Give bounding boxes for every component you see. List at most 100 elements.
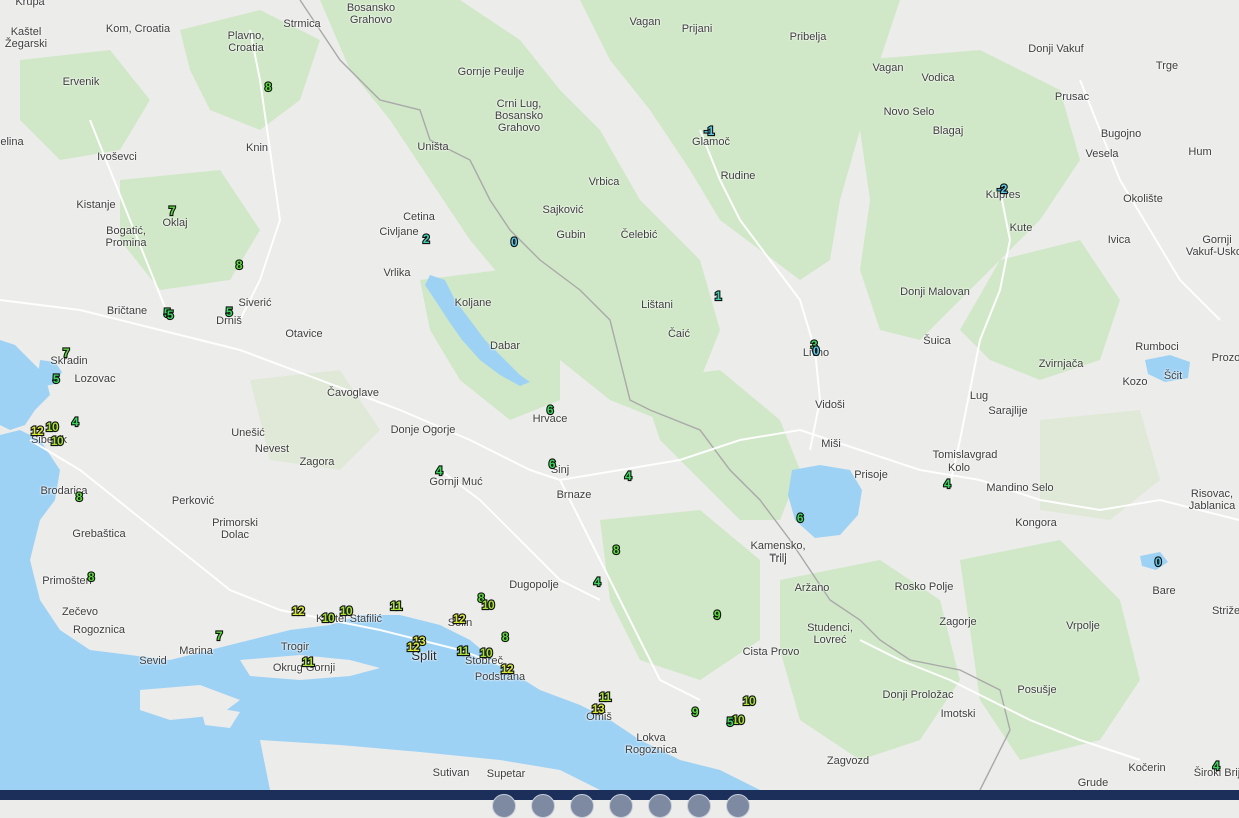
temperature-marker[interactable]: 12	[500, 662, 515, 676]
place-label: Vidoši	[815, 399, 845, 411]
settings-icon[interactable]	[687, 794, 711, 818]
place-label: Siverić	[238, 297, 272, 309]
zoom-out-icon[interactable]	[492, 794, 516, 818]
place-label: Bričtane	[106, 305, 148, 317]
place-label: Rosko Polje	[894, 581, 954, 593]
temperature-marker[interactable]: 11	[389, 599, 403, 613]
place-label: Dugopolje	[509, 579, 559, 591]
temperature-marker[interactable]: 5	[726, 715, 735, 729]
temperature-marker[interactable]: 2	[422, 232, 431, 246]
temperature-marker[interactable]: 12	[30, 424, 45, 438]
place-label: Civljane	[379, 226, 419, 238]
place-label: Prozo	[1211, 352, 1239, 364]
temperature-marker[interactable]: 8	[87, 570, 96, 584]
place-label: Vagan	[629, 16, 661, 28]
map[interactable]: Krupa Kaštel Žegarski Kom, Croatia Plavno, …	[0, 0, 1239, 791]
temperature-marker[interactable]: 0	[812, 344, 821, 358]
place-label: Bare	[1152, 585, 1176, 597]
temperature-marker[interactable]: 5	[225, 305, 234, 319]
temperature-marker[interactable]: 4	[1212, 759, 1221, 773]
locate-icon[interactable]	[609, 794, 633, 818]
temperature-marker[interactable]: 12	[291, 604, 306, 618]
info-icon[interactable]	[726, 794, 750, 818]
temperature-marker[interactable]: 10	[50, 434, 65, 448]
temperature-marker[interactable]: 1	[714, 289, 723, 303]
place-label: Rudine	[720, 170, 756, 182]
place-label: Kute	[1009, 222, 1033, 234]
place-label: Grude	[1077, 777, 1109, 789]
temperature-marker[interactable]: 6	[546, 403, 555, 417]
place-label: Čelebić	[620, 229, 658, 241]
place-label: Studenci, Lovreć	[807, 622, 853, 646]
temperature-marker[interactable]: 12	[406, 640, 421, 654]
temperature-marker[interactable]: -2	[996, 182, 1008, 196]
temperature-marker[interactable]: 10	[339, 604, 354, 618]
place-label: Plavno, Croatia	[227, 30, 265, 54]
place-label: Knin	[245, 142, 269, 154]
place-label: Vrbica	[588, 176, 620, 188]
place-label: Vagan	[872, 62, 904, 74]
temperature-marker[interactable]: 10	[321, 611, 336, 625]
place-label: Kolo	[947, 462, 971, 474]
place-label: Uništa	[417, 141, 449, 153]
place-label: Marina	[179, 645, 213, 657]
temperature-marker[interactable]: 7	[168, 204, 177, 218]
temperature-marker[interactable]: 10	[45, 420, 60, 434]
zoom-in-icon[interactable]	[531, 794, 555, 818]
temperature-marker[interactable]: 8	[501, 630, 510, 644]
temperature-marker[interactable]: 6	[548, 457, 557, 471]
place-label: Gornji Vakuf-Uskop	[1185, 234, 1239, 258]
temperature-marker[interactable]: 4	[593, 575, 602, 589]
place-label: Supetar	[486, 768, 526, 780]
place-label: Kongora	[1015, 517, 1057, 529]
place-label: Donji Proložac	[882, 689, 954, 701]
place-label: Bosansko Grahovo	[346, 2, 396, 26]
temperature-marker[interactable]: -1	[703, 124, 715, 138]
temperature-marker[interactable]: 7	[215, 629, 224, 643]
place-label: Tomislavgrad	[932, 449, 998, 461]
temperature-marker[interactable]: 5	[52, 372, 61, 386]
place-label: Okolište	[1123, 193, 1163, 205]
temperature-marker[interactable]: 12	[452, 612, 467, 626]
temperature-marker[interactable]: 0	[1154, 555, 1163, 569]
temperature-marker[interactable]: 8	[612, 543, 621, 557]
place-label: Miši	[821, 438, 841, 450]
temperature-marker[interactable]: 13	[591, 702, 606, 716]
place-label: Gornje Peulje	[457, 66, 525, 78]
place-label: Trogir	[280, 641, 310, 653]
place-label: Bugojno	[1100, 128, 1142, 140]
temperature-marker[interactable]: 10	[731, 713, 746, 727]
place-label: Primošten	[42, 575, 92, 587]
layers-icon[interactable]	[570, 794, 594, 818]
place-label: Nevest	[254, 443, 290, 455]
place-label: Lozovac	[74, 373, 116, 385]
play-icon[interactable]	[648, 794, 672, 818]
temperature-marker[interactable]: 8	[75, 490, 84, 504]
temperature-marker[interactable]: 9	[713, 608, 722, 622]
temperature-marker[interactable]: 0	[510, 235, 519, 249]
temperature-marker[interactable]: 4	[71, 415, 80, 429]
place-label: Vrpolje	[1066, 620, 1100, 632]
temperature-marker[interactable]: 5	[166, 308, 175, 322]
temperature-marker[interactable]: 8	[235, 258, 244, 272]
temperature-marker[interactable]: 10	[481, 598, 496, 612]
temperature-marker[interactable]: 4	[624, 469, 633, 483]
temperature-marker[interactable]: 10	[479, 646, 494, 660]
place-label: Kočerin	[1128, 762, 1166, 774]
temperature-marker[interactable]: 11	[301, 655, 315, 669]
temperature-marker[interactable]: 6	[796, 511, 805, 525]
place-label: Primorski Dolac	[212, 517, 258, 541]
place-label: Oklaj	[162, 217, 188, 229]
temperature-marker[interactable]: 10	[742, 694, 757, 708]
temperature-marker[interactable]: 11	[456, 644, 470, 658]
temperature-marker[interactable]: 7	[62, 346, 71, 360]
place-label: Otavice	[285, 328, 323, 340]
temperature-marker[interactable]: 8	[264, 80, 273, 94]
temperature-marker[interactable]: 4	[943, 477, 952, 491]
place-label: Perković	[171, 495, 215, 507]
place-label: Zečevo	[61, 606, 99, 618]
temperature-marker[interactable]: 9	[691, 705, 700, 719]
place-label: Novo Selo	[883, 106, 935, 118]
temperature-marker[interactable]: 4	[435, 464, 444, 478]
place-label: Koljane	[454, 297, 492, 309]
